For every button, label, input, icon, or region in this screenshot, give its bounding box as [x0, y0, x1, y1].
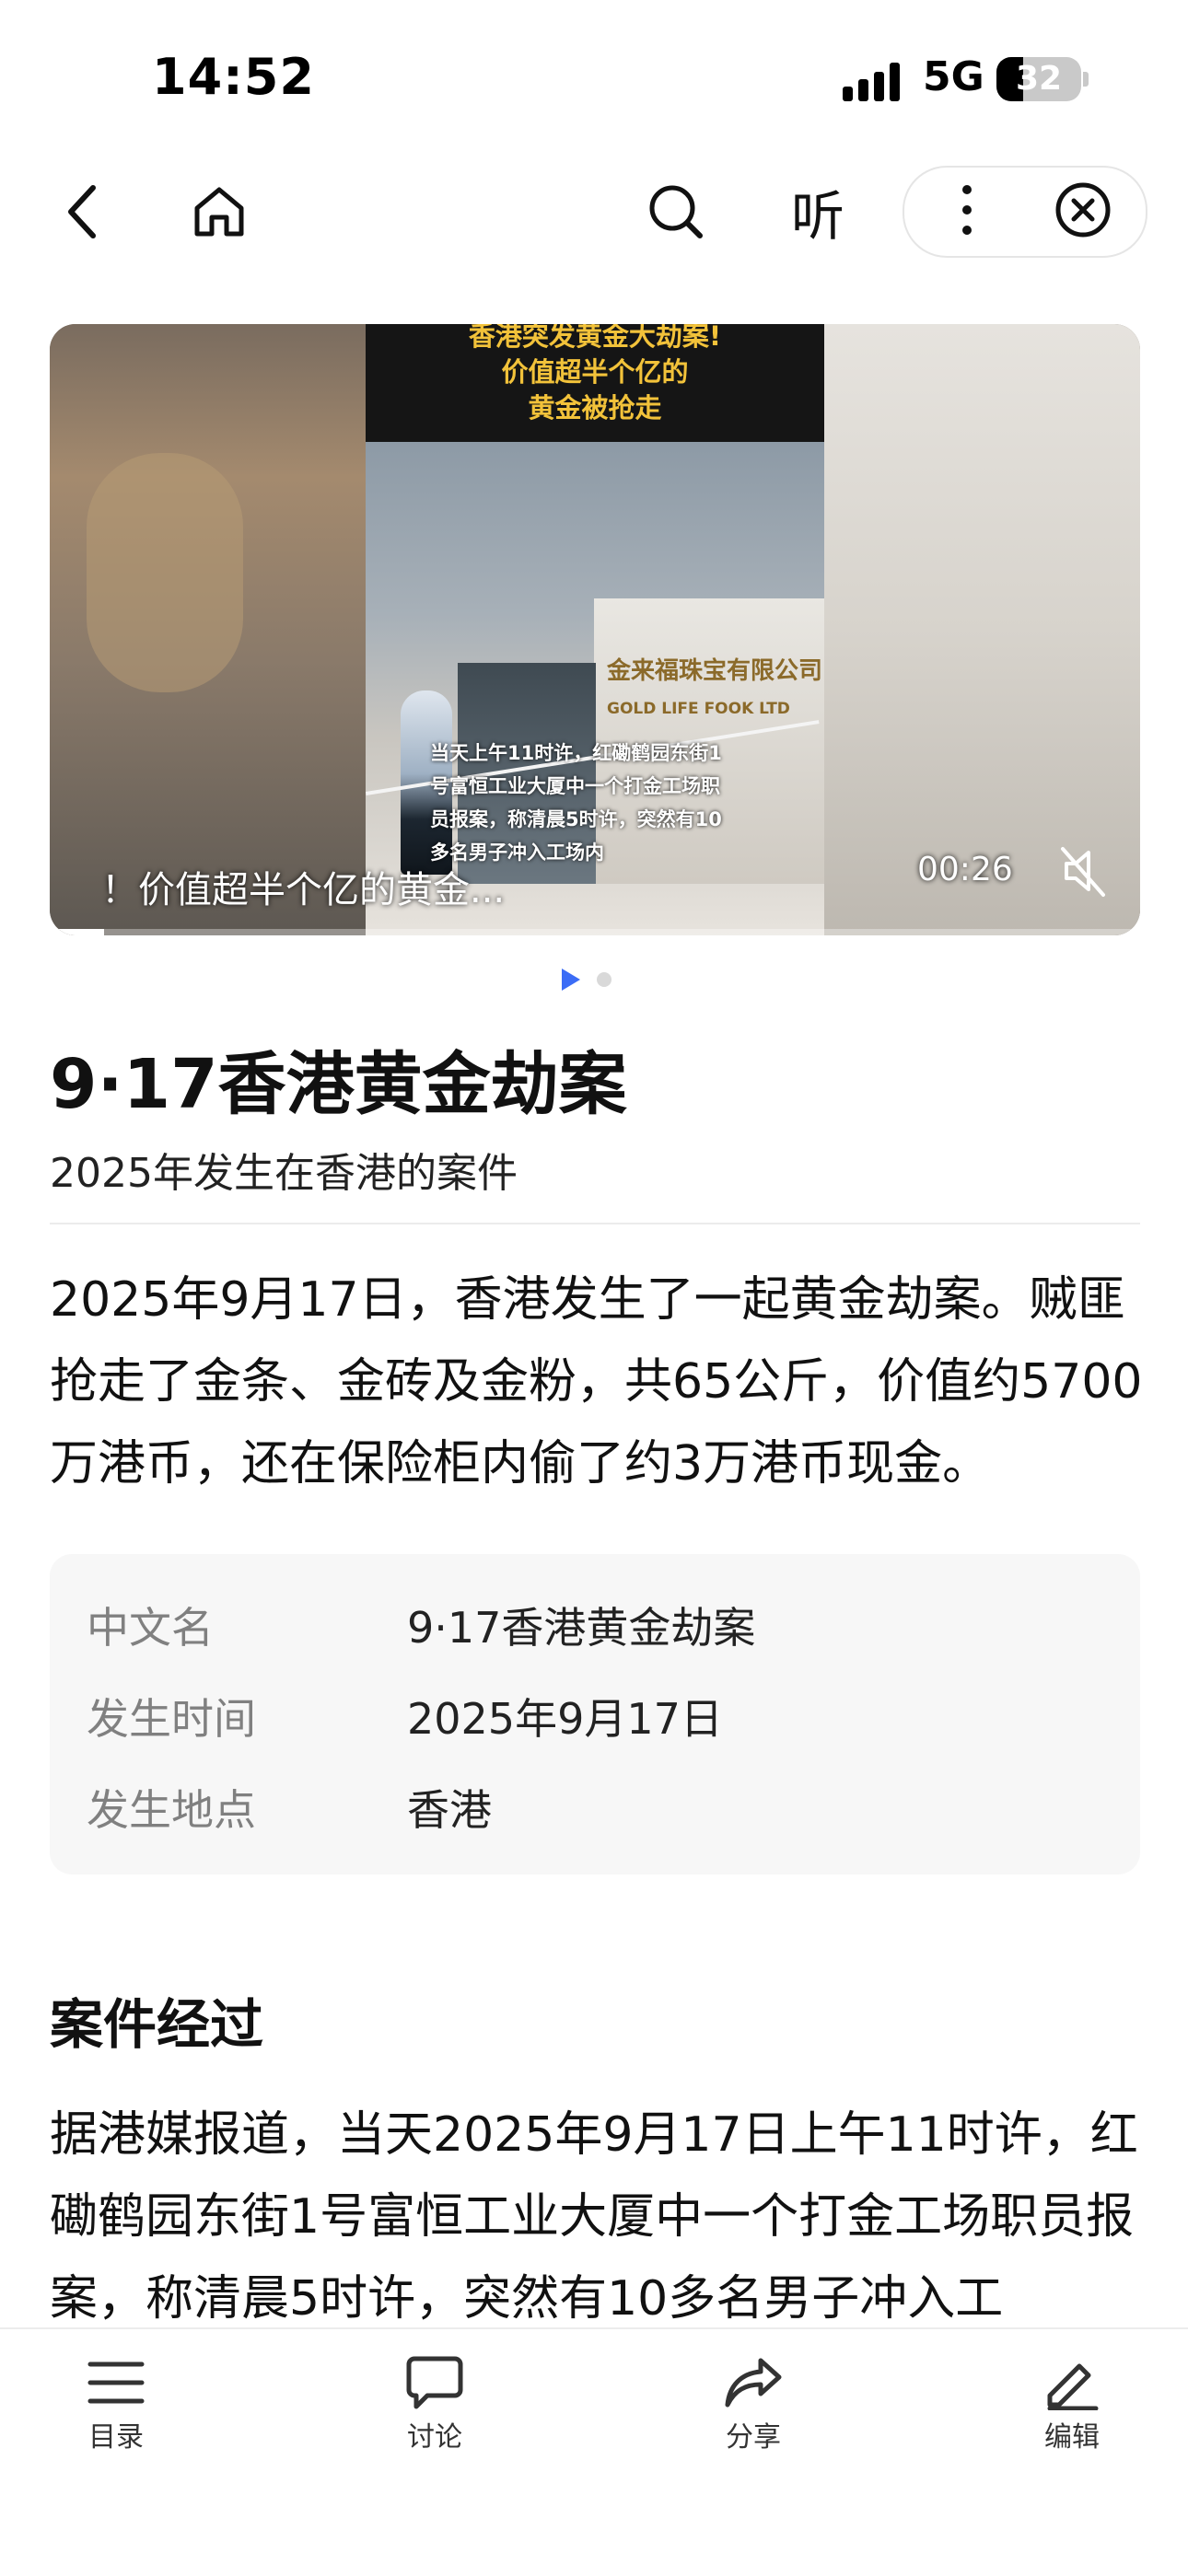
battery-tip: [1083, 72, 1089, 87]
video-progress-fill: [50, 929, 105, 935]
video-player[interactable]: 金来福珠宝有限公司 GOLD LIFE FOOK LTD 香港突发黄金大劫案! …: [50, 324, 1140, 935]
video-blur-left: [50, 324, 367, 935]
share-label: 分享: [726, 2421, 781, 2454]
shop-sign-cn: 金来福珠宝有限公司: [607, 657, 823, 685]
mute-button[interactable]: [1054, 841, 1112, 900]
info-label: 发生地点: [87, 1785, 256, 1835]
video-progress[interactable]: [50, 929, 1140, 935]
home-button[interactable]: [182, 175, 256, 249]
page-title: 9·17香港黄金劫案: [50, 1045, 627, 1124]
shop-sign-en: GOLD LIFE FOOK LTD: [607, 700, 790, 718]
carousel-indicator-active[interactable]: [562, 969, 580, 991]
signal-strength-icon: [843, 61, 905, 101]
close-button[interactable]: [1046, 179, 1120, 241]
info-value: 9·17香港黄金劫案: [407, 1603, 756, 1653]
back-button[interactable]: [46, 175, 120, 249]
video-overlay-title: 香港突发黄金大劫案! 价值超半个亿的 黄金被抢走: [468, 324, 722, 424]
discuss-button[interactable]: 讨论: [343, 2329, 527, 2454]
toc-button[interactable]: 目录: [24, 2329, 208, 2454]
divider: [50, 1223, 1140, 1224]
info-value: 2025年9月17日: [407, 1694, 723, 1744]
battery-icon: 32: [996, 57, 1081, 101]
home-icon: [194, 187, 244, 237]
info-label: 发生时间: [87, 1694, 256, 1744]
edit-icon: [1047, 2363, 1099, 2410]
section-body: 据港媒报道，当天2025年9月17日上午11时许，红磡鹤园东街1号富恒工业大厦中…: [50, 2107, 1138, 2327]
summary-text: 2025年9月17日，香港发生了一起黄金劫案。贼匪抢走了金条、金砖及金粉，共65…: [50, 1272, 1143, 1491]
more-button[interactable]: [930, 179, 1004, 241]
video-title: ！价值超半个亿的黄金...: [101, 869, 506, 911]
discuss-label: 讨论: [407, 2421, 462, 2454]
info-label: 中文名: [87, 1603, 214, 1653]
page-subtitle: 2025年发生在香港的案件: [50, 1150, 518, 1197]
search-icon: [649, 185, 703, 238]
share-icon: [725, 2358, 782, 2408]
share-button[interactable]: 分享: [661, 2329, 845, 2454]
more-vertical-icon: [962, 185, 972, 235]
video-frame: 金来福珠宝有限公司 GOLD LIFE FOOK LTD 香港突发黄金大劫案! …: [366, 324, 824, 935]
section-title: 案件经过: [50, 1993, 264, 2056]
carousel-indicator[interactable]: [597, 972, 611, 987]
search-button[interactable]: [639, 175, 713, 249]
network-type: 5G: [923, 53, 984, 100]
edit-label: 编辑: [1044, 2421, 1100, 2454]
bottom-toolbar: 目录 讨论 分享 编辑: [0, 2327, 1188, 2576]
toc-label: 目录: [88, 2421, 144, 2454]
video-duration: 00:26: [917, 851, 1013, 888]
back-icon: [68, 185, 96, 238]
battery-level: 32: [1015, 60, 1063, 98]
mute-icon: [1061, 847, 1105, 897]
list-icon: [87, 2361, 145, 2404]
close-circle-icon: [1055, 182, 1111, 238]
status-time: 14:52: [152, 48, 315, 106]
video-caption: 当天上午11时许，红磡鹤园东街1 号富恒工业大厦中一个打金工场职 员报案，称清晨…: [430, 742, 722, 864]
listen-button[interactable]: 听: [781, 175, 855, 249]
info-value: 香港: [407, 1785, 492, 1835]
video-title-banner: 香港突发黄金大劫案! 价值超半个亿的 黄金被抢走: [366, 324, 824, 442]
comment-icon: [406, 2356, 463, 2409]
edit-button[interactable]: 编辑: [980, 2329, 1164, 2454]
info-box: 中文名 9·17香港黄金劫案 发生时间 2025年9月17日 发生地点 香港: [50, 1554, 1140, 1874]
